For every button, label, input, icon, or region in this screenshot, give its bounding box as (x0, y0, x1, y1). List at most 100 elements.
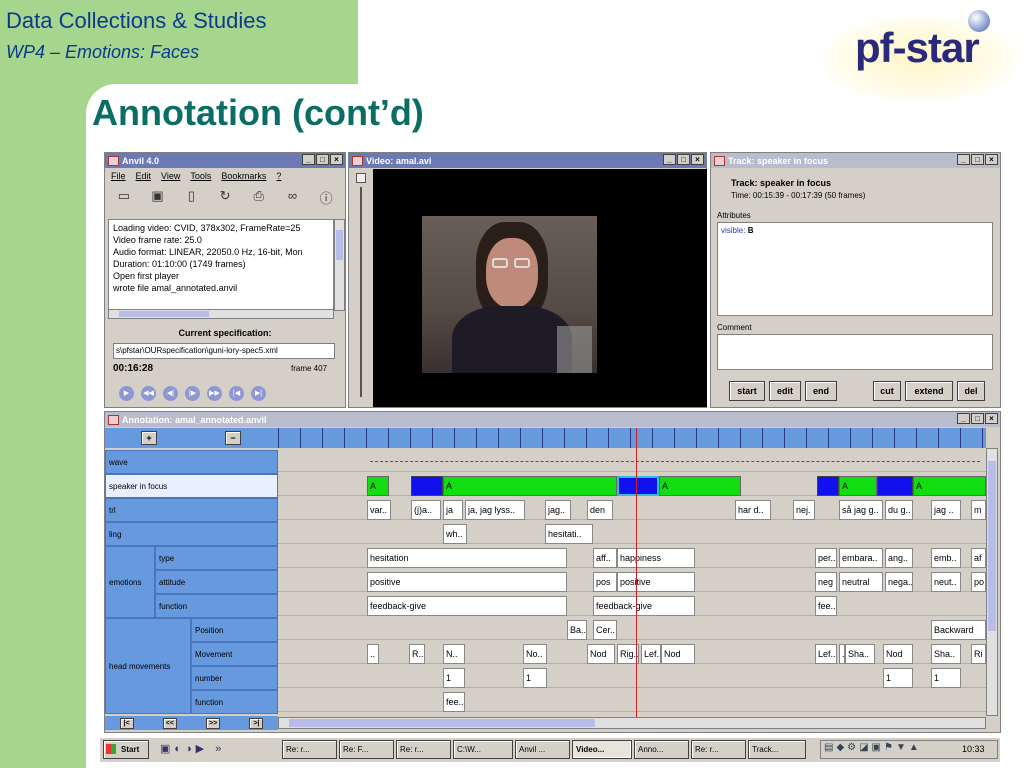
rewind-icon[interactable]: ◀◀ (141, 386, 156, 401)
segment-attitude[interactable]: positive (617, 572, 695, 592)
close-icon[interactable]: × (985, 154, 998, 165)
segment-number[interactable]: 1 (523, 668, 547, 688)
segment-trl[interactable]: jag.. (545, 500, 571, 520)
open-folder-icon[interactable]: ▭ (115, 188, 133, 207)
menu-help[interactable]: ? (276, 171, 281, 181)
info-icon[interactable]: ⓘ (317, 188, 335, 207)
cut-button[interactable]: cut (873, 381, 901, 401)
playhead-line[interactable] (636, 428, 637, 718)
segment-movement[interactable]: R.. (409, 644, 425, 664)
track-label-attitude[interactable]: attitude (155, 570, 278, 594)
segment-trl[interactable]: nej. (793, 500, 815, 520)
nav-last-button[interactable]: >| (249, 717, 264, 729)
annotation-titlebar[interactable]: Annotation: amal_annotated.anvil _ □ × (105, 412, 1000, 427)
maximize-icon[interactable]: □ (971, 154, 984, 165)
track-titlebar[interactable]: Track: speaker in focus _ □ × (711, 153, 1000, 168)
segment-type[interactable]: per.. (815, 548, 837, 568)
track-label-position[interactable]: Position (191, 618, 278, 642)
step-back-icon[interactable]: ◀| (163, 386, 178, 401)
comment-field[interactable] (717, 334, 993, 370)
segment-ling[interactable]: wh.. (443, 524, 467, 544)
segment-movement[interactable]: Nod (587, 644, 615, 664)
print-icon[interactable]: ⎙ (250, 188, 268, 207)
edit-button[interactable]: edit (769, 381, 801, 401)
segment-trl[interactable]: den (587, 500, 613, 520)
close-icon[interactable]: × (330, 154, 343, 165)
segment-function[interactable]: fee.. (815, 596, 837, 616)
segment-type[interactable]: ang.. (885, 548, 913, 568)
track-label-trl[interactable]: trl (105, 498, 278, 522)
segment-attitude[interactable]: positive (367, 572, 567, 592)
video-titlebar[interactable]: Video: amal.avi _ □ × (349, 153, 706, 168)
nav-forward-button[interactable]: >> (206, 717, 221, 729)
segment-number[interactable]: 1 (443, 668, 465, 688)
segment-movement[interactable]: Ri (971, 644, 986, 664)
minimize-icon[interactable]: _ (663, 154, 676, 165)
taskbar-item[interactable]: Anvil ... (515, 740, 570, 759)
close-icon[interactable]: × (691, 154, 704, 165)
minimize-icon[interactable]: _ (302, 154, 315, 165)
track-label-ling[interactable]: ling (105, 522, 278, 546)
minimize-icon[interactable]: _ (957, 154, 970, 165)
track-label-number[interactable]: number (191, 666, 278, 690)
segment-attitude[interactable]: nega.. (885, 572, 913, 592)
video-frame[interactable] (373, 169, 707, 407)
segment-number[interactable]: 1 (931, 668, 961, 688)
menu-view[interactable]: View (161, 171, 180, 181)
segment-speaker[interactable]: A (659, 476, 741, 496)
segment-speaker-b[interactable] (411, 476, 443, 496)
segment-speaker[interactable]: A (839, 476, 877, 496)
segment-ling[interactable]: hesitati.. (545, 524, 593, 544)
go-end-icon[interactable]: ▶| (251, 386, 266, 401)
segment-movement[interactable]: .. (367, 644, 379, 664)
extend-button[interactable]: extend (905, 381, 953, 401)
taskbar-item[interactable]: Re: r... (396, 740, 451, 759)
segment-type[interactable]: af (971, 548, 986, 568)
segment-number[interactable]: 1 (883, 668, 913, 688)
track-window[interactable]: Track: speaker in focus _ □ × Track: speak… (710, 152, 1001, 408)
anvil-window[interactable]: Anvil 4.0 _ □ × File Edit View Tools Bookm… (104, 152, 346, 408)
segment-speaker[interactable]: A (367, 476, 389, 496)
maximize-icon[interactable]: □ (677, 154, 690, 165)
taskbar-item[interactable]: Track... (748, 740, 806, 759)
track-label-function[interactable]: function (155, 594, 278, 618)
segment-speaker[interactable]: A (913, 476, 986, 496)
minimize-icon[interactable]: _ (957, 413, 970, 424)
track-label-type[interactable]: type (155, 546, 278, 570)
segment-type[interactable]: emb.. (931, 548, 961, 568)
annotation-window[interactable]: Annotation: amal_annotated.anvil _ □ × + −… (104, 411, 1001, 733)
fast-forward-icon[interactable]: ▶▶ (207, 386, 222, 401)
segment-attitude[interactable]: po (971, 572, 986, 592)
segment-speaker[interactable]: A (443, 476, 617, 496)
play-icon[interactable]: ▶ (119, 386, 134, 401)
track-label-wave[interactable]: wave (105, 450, 278, 474)
go-start-icon[interactable]: |◀ (229, 386, 244, 401)
log-panel[interactable]: Loading video: CVID, 378x302, FrameRate=… (108, 219, 334, 311)
menu-bookmarks[interactable]: Bookmarks (221, 171, 266, 181)
track-label-hfunction[interactable]: function (191, 690, 278, 714)
log-hscrollbar[interactable] (108, 309, 334, 319)
menu-edit[interactable]: Edit (136, 171, 152, 181)
anvil-titlebar[interactable]: Anvil 4.0 _ □ × (105, 153, 345, 168)
refresh-icon[interactable]: ↻ (216, 188, 234, 207)
nav-first-button[interactable]: |< (119, 717, 134, 729)
video-window[interactable]: Video: amal.avi _ □ × (348, 152, 707, 408)
save-icon[interactable]: ▣ (149, 188, 167, 207)
segment-type[interactable]: hesitation (367, 548, 567, 568)
nav-back-button[interactable]: << (162, 717, 177, 729)
annotation-vscrollbar[interactable] (986, 448, 998, 716)
segment-attitude[interactable]: pos (593, 572, 617, 592)
segment-position[interactable]: Backward (931, 620, 986, 640)
segment-trl[interactable]: har d.. (735, 500, 771, 520)
segment-movement[interactable]: Lef.. (641, 644, 661, 664)
segment-type[interactable]: happiness (617, 548, 695, 568)
segment-speaker-b[interactable] (817, 476, 839, 496)
segment-movement[interactable]: Lef.. (815, 644, 837, 664)
segment-movement[interactable]: N.. (443, 644, 465, 664)
maximize-icon[interactable]: □ (971, 413, 984, 424)
segment-attitude[interactable]: neut.. (931, 572, 961, 592)
log-vscrollbar[interactable] (334, 219, 345, 311)
segment-speaker-b[interactable] (617, 476, 659, 496)
maximize-icon[interactable]: □ (316, 154, 329, 165)
segment-type[interactable]: embara.. (839, 548, 883, 568)
